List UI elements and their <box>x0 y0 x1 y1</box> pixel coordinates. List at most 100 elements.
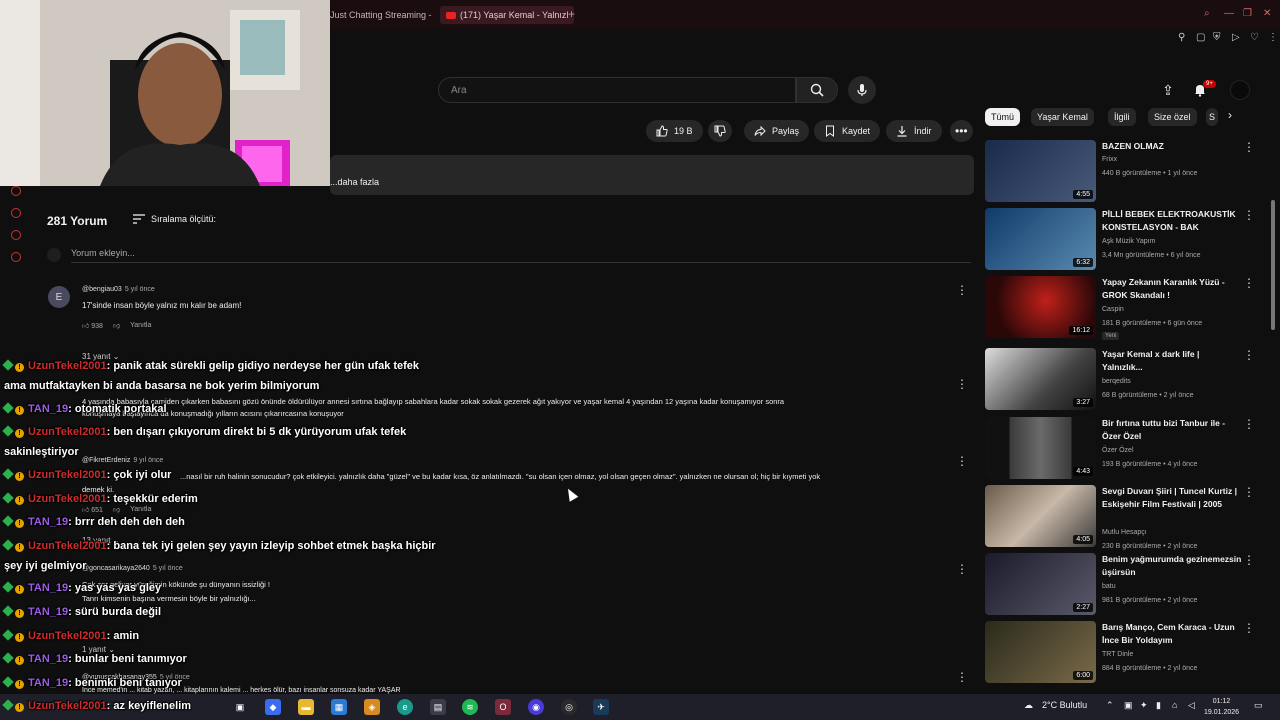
mic-tray-icon[interactable]: ▮ <box>1156 700 1161 711</box>
search-tabs-icon[interactable]: ⌕ <box>1204 8 1210 19</box>
video-menu-icon[interactable]: ⋮ <box>1243 140 1255 154</box>
menu-icon[interactable]: ⋮ <box>1268 32 1278 43</box>
save-button[interactable]: Kaydet <box>814 120 881 142</box>
video-thumbnail[interactable]: 4:43 <box>985 417 1096 479</box>
share-button[interactable]: Paylaş <box>744 120 810 142</box>
download-button[interactable]: İndir <box>886 120 942 142</box>
like-button[interactable]: 19 B <box>646 120 703 142</box>
video-title[interactable]: PİLLİ BEBEK ELEKTROAKUSTİK KONSTELASYON … <box>1102 208 1242 234</box>
comment-reply-button[interactable]: Yanıtla <box>130 506 151 513</box>
video-title[interactable]: Benim yağmurumda gezinemezsin üşürsün <box>1102 553 1242 579</box>
video-thumbnail[interactable]: 4:55 <box>985 140 1096 202</box>
recommended-video[interactable]: 4:43 Bir fırtına tuttu bizi Tanbur ile -… <box>985 417 1265 481</box>
heart-icon[interactable]: ♡ <box>1250 32 1259 43</box>
video-channel[interactable]: berqedits <box>1102 378 1131 385</box>
comment-like-button[interactable]: 👍︎ 938 <box>82 321 103 330</box>
video-menu-icon[interactable]: ⋮ <box>1243 553 1255 567</box>
maximize-icon[interactable]: ❐ <box>1243 8 1252 19</box>
discord-icon[interactable]: ◉ <box>528 699 544 715</box>
screenshot-icon[interactable]: ▢ <box>1196 32 1205 43</box>
video-menu-icon[interactable]: ⋮ <box>1243 276 1255 290</box>
file-explorer-icon[interactable]: ▬ <box>298 699 314 715</box>
video-menu-icon[interactable]: ⋮ <box>1243 417 1255 431</box>
video-channel[interactable]: Frixx <box>1102 156 1117 163</box>
video-title[interactable]: Barış Manço, Cem Karaca - Uzun İnce Bir … <box>1102 621 1242 647</box>
store-icon[interactable]: ▦ <box>331 699 347 715</box>
search-input[interactable]: Ara <box>438 77 796 103</box>
comment-dislike-button[interactable]: 👎︎ <box>113 321 120 330</box>
comment-like-button[interactable]: 👍︎ 651 <box>82 505 103 514</box>
comment-author[interactable]: @bengiau03 5 yıl önce <box>82 286 155 293</box>
notification-center-icon[interactable]: ▭ <box>1254 700 1263 711</box>
recommended-video[interactable]: 2:27 Benim yağmurumda gezinemezsin üşürs… <box>985 553 1265 617</box>
description-box[interactable] <box>330 155 974 195</box>
video-menu-icon[interactable]: ⋮ <box>1243 621 1255 635</box>
comment-menu-icon[interactable]: ⋮ <box>956 284 968 296</box>
video-thumbnail[interactable]: 4:05 <box>985 485 1096 547</box>
recommended-video[interactable]: 6:00 Barış Manço, Cem Karaca - Uzun İnce… <box>985 621 1265 685</box>
video-title[interactable]: Yaşar Kemal x dark life | Yalnızlık... <box>1102 348 1242 374</box>
video-channel[interactable]: Özer Özel <box>1102 447 1134 454</box>
obs-icon[interactable]: ◎ <box>561 699 577 715</box>
steam-icon[interactable]: ✈ <box>593 699 609 715</box>
chip-for-you[interactable]: Size özel <box>1148 108 1197 126</box>
play-icon[interactable]: ▷ <box>1232 32 1240 43</box>
network-icon[interactable]: ⌂ <box>1172 700 1177 710</box>
comment-menu-icon[interactable]: ⋮ <box>956 455 968 467</box>
video-title[interactable]: Yapay Zekanın Karanlık Yüzü - GROK Skand… <box>1102 276 1242 302</box>
opera-icon[interactable]: O <box>495 699 511 715</box>
video-channel[interactable]: Aşk Müzik Yapım <box>1102 238 1155 245</box>
description-more-link[interactable]: ...daha fazla <box>330 177 379 187</box>
tray-icon-1[interactable]: ▣ <box>1124 700 1133 711</box>
search-button[interactable] <box>796 77 838 103</box>
comment-avatar[interactable]: E <box>48 286 70 308</box>
video-thumbnail[interactable]: 6:32 <box>985 208 1096 270</box>
video-menu-icon[interactable]: ⋮ <box>1243 348 1255 362</box>
account-avatar[interactable] <box>1230 80 1250 100</box>
video-channel[interactable]: TRT Dinle <box>1102 651 1133 658</box>
sidebar-scrollbar[interactable] <box>1271 200 1275 330</box>
voice-search-button[interactable] <box>848 76 876 104</box>
video-menu-icon[interactable]: ⋮ <box>1243 485 1255 499</box>
comment-author[interactable]: @FikretErdeniz 9 yıl önce <box>82 457 163 464</box>
recommended-video[interactable]: 4:05 Sevgi Duvarı Şiiri | Tuncel Kurtiz … <box>985 485 1265 550</box>
recommended-video[interactable]: 3:27 Yaşar Kemal x dark life | Yalnızlık… <box>985 348 1265 412</box>
edge-icon[interactable]: e <box>397 699 413 715</box>
chip-more[interactable]: S <box>1206 108 1218 126</box>
app-icon[interactable]: ◈ <box>364 699 380 715</box>
tab-just-chatting[interactable]: Just Chatting Streaming - <box>324 6 438 24</box>
new-tab-button[interactable]: + <box>568 7 575 21</box>
comment-menu-icon[interactable]: ⋮ <box>956 671 968 683</box>
video-thumbnail[interactable]: 16:12 <box>985 276 1096 338</box>
comment-menu-icon[interactable]: ⋮ <box>956 378 968 390</box>
pin-icon[interactable]: ⚲ <box>1178 32 1185 43</box>
comment-author[interactable]: @goncasarikaya2640 5 yıl önce <box>82 565 183 572</box>
video-thumbnail[interactable]: 3:27 <box>985 348 1096 410</box>
video-channel[interactable]: batu <box>1102 583 1116 590</box>
weather-icon[interactable]: ☁ <box>1024 700 1033 711</box>
comment-dislike-button[interactable]: 👎︎ <box>113 505 120 514</box>
add-comment-input[interactable]: Yorum ekleyin... <box>71 248 135 258</box>
chevron-right-icon[interactable]: › <box>1228 108 1232 122</box>
video-thumbnail[interactable]: 2:27 <box>985 553 1096 615</box>
tab-yasar-kemal[interactable]: (171) Yaşar Kemal - Yalnızl <box>440 6 575 24</box>
calculator-icon[interactable]: ▤ <box>430 699 446 715</box>
video-title[interactable]: Sevgi Duvarı Şiiri | Tuncel Kurtiz | Esk… <box>1102 485 1242 511</box>
video-channel[interactable]: Mutlu Hesapçı <box>1102 529 1147 536</box>
volume-icon[interactable]: ◁ <box>1188 700 1195 711</box>
recommended-video[interactable]: 6:32 PİLLİ BEBEK ELEKTROAKUSTİK KONSTELA… <box>985 208 1265 272</box>
close-window-icon[interactable]: ✕ <box>1263 8 1271 19</box>
chip-related[interactable]: İlgili <box>1108 108 1136 126</box>
minimize-icon[interactable]: — <box>1224 8 1234 19</box>
weather-text[interactable]: 2°C Bulutlu <box>1042 700 1087 710</box>
tray-icon-2[interactable]: ✦ <box>1140 700 1148 711</box>
recommended-video[interactable]: 4:55 BAZEN OLMAZ Frixx 440 B görüntüleme… <box>985 140 1265 204</box>
comment-menu-icon[interactable]: ⋮ <box>956 563 968 575</box>
dislike-button[interactable] <box>708 120 732 142</box>
shield-icon[interactable]: ⛨ <box>1213 32 1221 43</box>
spotify-icon[interactable]: ≋ <box>462 699 478 715</box>
recommended-video[interactable]: 16:12 Yapay Zekanın Karanlık Yüzü - GROK… <box>985 276 1265 340</box>
more-actions-button[interactable]: ••• <box>950 120 973 142</box>
copilot-icon[interactable]: ◆ <box>265 699 281 715</box>
sort-button[interactable]: Sıralama ölçütü: <box>133 214 216 224</box>
